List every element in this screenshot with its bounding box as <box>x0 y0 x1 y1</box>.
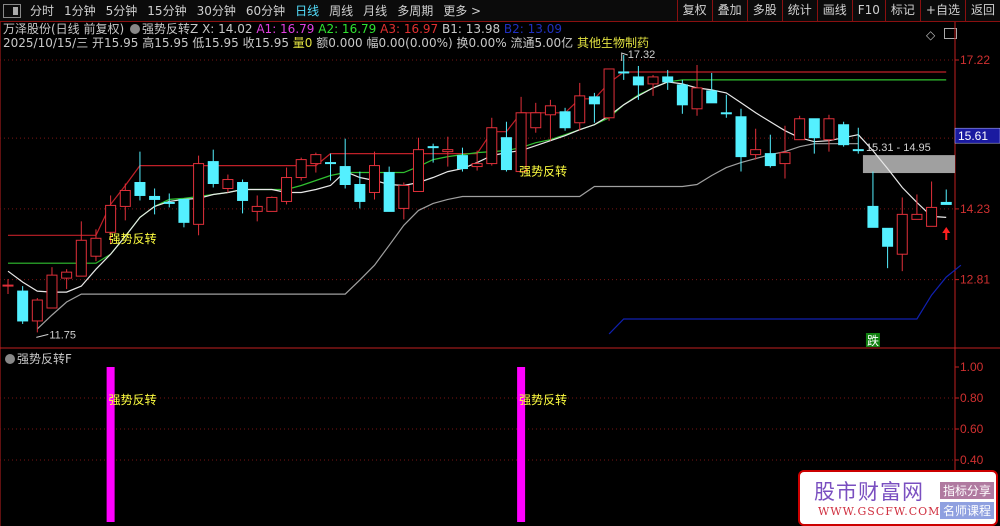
candle-down <box>882 227 894 247</box>
sub-signal-label: 强势反转 <box>519 392 567 407</box>
candle-up <box>412 149 424 192</box>
candle-up <box>46 274 58 309</box>
candle-up <box>779 152 791 165</box>
sub-indicator-dropdown-icon[interactable] <box>5 354 15 364</box>
candle-up <box>90 237 102 257</box>
candle-up <box>750 149 762 156</box>
candle-up <box>647 76 659 85</box>
candle-down <box>17 290 29 322</box>
candle-down <box>207 161 219 185</box>
candle-up <box>926 206 938 227</box>
candle-down <box>764 153 776 167</box>
candle-down <box>237 182 249 201</box>
watermark: 股市财富网 WWW.GSCFW.COM 指标分享 名师课程 <box>798 470 998 526</box>
candle-up <box>486 127 498 165</box>
candle-down <box>618 71 630 74</box>
candle-down <box>383 172 395 212</box>
candle-up <box>794 118 806 141</box>
sub-indicator-title[interactable]: 强势反转F <box>3 350 72 367</box>
watermark-logo: 股市财富网 <box>814 480 924 504</box>
low-marker-icon <box>36 333 49 338</box>
candle-up <box>105 204 117 233</box>
candle-up <box>295 159 307 179</box>
candle-up <box>530 112 542 129</box>
price-tick-label: 17.22 <box>960 53 990 67</box>
candle-up <box>911 213 923 220</box>
series-line-white <box>7 81 947 293</box>
candle-up <box>823 118 835 141</box>
candle-down <box>706 90 718 104</box>
price-tick-label: 14.23 <box>960 202 990 216</box>
candle-down <box>852 149 864 152</box>
candle-up <box>369 165 380 193</box>
candle-down <box>178 198 190 223</box>
sub-tick-label: 0.40 <box>960 453 984 467</box>
sub-indicator-name: 强势反转F <box>17 352 72 366</box>
price-tick-label: 12.81 <box>960 273 990 287</box>
high-price-label: 17.32 <box>628 49 656 61</box>
kline-chart[interactable]: 17.2215.6514.2312.8115.6115.31 - 14.95强势… <box>0 0 1000 526</box>
candle-up <box>544 105 556 116</box>
candle-up <box>310 154 322 165</box>
candle-up <box>281 177 293 202</box>
candle-up <box>266 196 278 212</box>
candle-up <box>31 299 43 322</box>
low-price-label: 11.75 <box>49 329 76 341</box>
candle-up <box>896 213 908 255</box>
candle-down <box>735 116 747 158</box>
watermark-url: WWW.GSCFW.COM <box>818 505 941 518</box>
candle-up <box>398 184 410 209</box>
candle-down <box>559 111 571 129</box>
candle-up <box>2 284 14 287</box>
candle-up <box>119 189 131 207</box>
candle-up <box>222 179 234 189</box>
candle-down <box>134 182 146 196</box>
candle-up <box>574 95 586 124</box>
candle-up <box>193 163 205 225</box>
candle-down <box>662 76 674 83</box>
candle-up <box>515 112 527 173</box>
sub-tick-label: 0.80 <box>960 391 984 405</box>
signal-label: 强势反转 <box>519 164 567 179</box>
current-price-label: 15.61 <box>958 129 988 143</box>
candle-down <box>808 118 820 139</box>
candle-down <box>632 76 644 86</box>
candle-up <box>691 87 703 110</box>
candle-up <box>61 271 73 279</box>
watermark-tag-share: 指标分享 <box>940 482 995 499</box>
fall-marker-label: 跌 <box>867 333 879 348</box>
price-zone-box <box>862 155 955 174</box>
candle-up <box>603 68 615 119</box>
candle-down <box>339 166 351 186</box>
candle-down <box>149 195 161 200</box>
up-arrow-icon <box>942 227 951 240</box>
series-line-blue <box>608 264 962 335</box>
candle-down <box>325 162 337 165</box>
candle-down <box>163 201 175 204</box>
candle-down <box>500 137 512 171</box>
price-zone-label: 15.31 - 14.95 <box>866 142 931 154</box>
candle-down <box>427 146 439 149</box>
candle-up <box>251 205 263 212</box>
candle-down <box>867 205 879 228</box>
signal-bar <box>106 367 115 522</box>
candle-down <box>720 112 732 115</box>
candle-down <box>354 184 366 202</box>
candle-down <box>456 155 468 170</box>
candle-down <box>838 124 850 146</box>
candle-down <box>588 96 600 105</box>
candle-down <box>676 84 688 106</box>
signal-bar <box>517 367 526 522</box>
sub-tick-label: 0.60 <box>960 422 984 436</box>
candle-up <box>471 163 483 168</box>
candle-up <box>442 149 454 153</box>
sub-tick-label: 1.00 <box>960 360 984 374</box>
candle-up <box>75 239 87 277</box>
signal-label: 强势反转 <box>109 231 157 246</box>
candle-down <box>940 201 952 205</box>
sub-signal-label: 强势反转 <box>109 392 157 407</box>
watermark-tag-course: 名师课程 <box>940 502 995 519</box>
